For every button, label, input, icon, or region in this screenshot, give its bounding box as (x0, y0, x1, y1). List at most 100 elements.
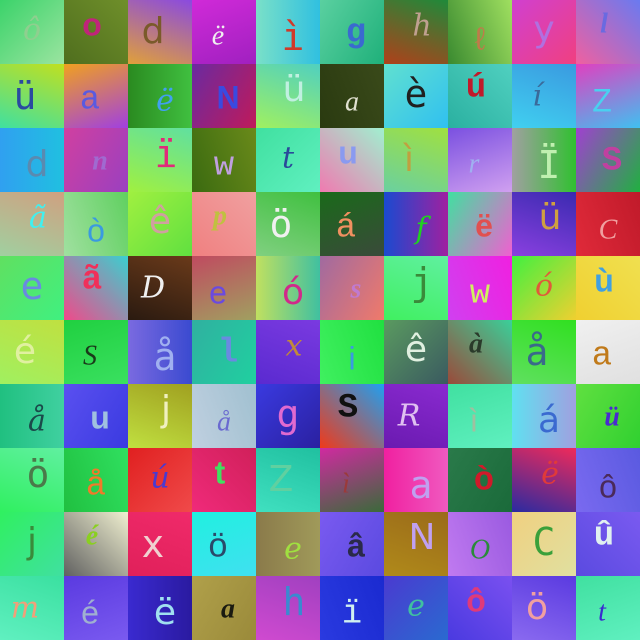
glyph-letter: N (408, 517, 436, 559)
glyph-tile: ò (448, 448, 512, 512)
glyph-letter: a (591, 337, 613, 376)
glyph-letter: N (216, 79, 240, 116)
glyph-tile: ü (576, 384, 640, 448)
glyph-letter: é (81, 594, 99, 631)
glyph-tile: j (0, 512, 64, 576)
glyph-letter: g (276, 392, 300, 437)
glyph-letter: â (347, 527, 365, 564)
glyph-letter: C (532, 520, 556, 565)
glyph-tile: ò (64, 192, 128, 256)
glyph-tile: ì (384, 128, 448, 192)
glyph-letter: å (525, 330, 549, 375)
glyph-letter: S (337, 389, 359, 428)
glyph-tile: y (512, 0, 576, 64)
glyph-tile: w (448, 256, 512, 320)
glyph-tile: ï (320, 576, 384, 640)
glyph-letter: ì (281, 15, 305, 60)
glyph-tile: e (384, 576, 448, 640)
glyph-letter: u (338, 134, 358, 171)
glyph-tile: Z (256, 448, 320, 512)
glyph-tile: j (384, 256, 448, 320)
glyph-tile: ú (128, 448, 192, 512)
glyph-tile-grid: ôodëìghℓylüaëNüaèúíZdnïwtuìrÏSãòêpöáfëüC… (0, 0, 640, 640)
glyph-letter: t (598, 596, 606, 628)
glyph-tile: å (192, 384, 256, 448)
glyph-tile: a (64, 64, 128, 128)
glyph-letter: a (345, 86, 359, 118)
glyph-tile: ë (128, 64, 192, 128)
glyph-letter: p (213, 200, 227, 232)
glyph-letter: d (141, 11, 165, 53)
glyph-tile: ã (0, 192, 64, 256)
glyph-tile: ê (384, 320, 448, 384)
glyph-letter: s (350, 273, 362, 305)
glyph-tile: ó (256, 256, 320, 320)
glyph-tile: ℓ (448, 0, 512, 64)
glyph-tile: ë (512, 448, 576, 512)
glyph-letter: ã (29, 200, 47, 236)
glyph-letter: é (13, 331, 37, 373)
glyph-tile: a (384, 448, 448, 512)
glyph-tile: ì (448, 384, 512, 448)
glyph-tile: ï (128, 128, 192, 192)
glyph-tile: D (128, 256, 192, 320)
glyph-tile: ë (128, 576, 192, 640)
glyph-letter: m (10, 590, 40, 626)
glyph-tile: i (320, 320, 384, 384)
glyph-letter: l (217, 334, 239, 373)
glyph-letter: ì (403, 139, 415, 181)
glyph-letter: ã (81, 261, 103, 300)
glyph-tile: û (576, 512, 640, 576)
glyph-letter: ó (534, 268, 554, 304)
glyph-letter: Ï (537, 143, 561, 188)
glyph-letter: ë (153, 592, 177, 634)
glyph-tile: t (192, 448, 256, 512)
glyph-tile: S (320, 384, 384, 448)
glyph-tile: R (384, 384, 448, 448)
glyph-letter: ô (22, 12, 42, 48)
glyph-letter: ù (594, 262, 614, 299)
glyph-letter: t (281, 140, 295, 176)
glyph-tile: S (576, 128, 640, 192)
glyph-tile: t (576, 576, 640, 640)
glyph-tile: s (320, 256, 384, 320)
glyph-letter: é (85, 520, 99, 552)
glyph-letter: C (598, 214, 618, 246)
glyph-letter: a (221, 593, 235, 625)
glyph-tile: á (320, 192, 384, 256)
glyph-letter: w (213, 147, 235, 186)
glyph-letter: å (217, 406, 231, 438)
glyph-tile: g (320, 0, 384, 64)
glyph-letter: ú (465, 69, 487, 108)
glyph-tile: ü (0, 64, 64, 128)
glyph-letter: l (600, 8, 608, 40)
glyph-tile: å (0, 384, 64, 448)
glyph-letter: ì (469, 402, 479, 439)
glyph-letter: ö (525, 587, 549, 629)
glyph-tile: u (320, 128, 384, 192)
glyph-tile: é (0, 320, 64, 384)
glyph-tile: è (384, 64, 448, 128)
glyph-tile: x (256, 320, 320, 384)
glyph-tile: r (448, 128, 512, 192)
glyph-tile: å (512, 320, 576, 384)
glyph-tile: ô (0, 0, 64, 64)
glyph-tile: é (64, 576, 128, 640)
glyph-letter: å (28, 403, 46, 439)
glyph-letter: e (20, 264, 44, 309)
glyph-letter: ê (404, 329, 428, 371)
glyph-tile: ã (64, 256, 128, 320)
glyph-tile: a (576, 320, 640, 384)
glyph-letter: i (348, 340, 356, 377)
glyph-letter: w (469, 275, 491, 314)
glyph-tile: C (512, 512, 576, 576)
glyph-letter: o (82, 6, 102, 43)
glyph-tile: m (0, 576, 64, 640)
glyph-letter: e (209, 274, 227, 311)
glyph-letter: x (141, 522, 165, 567)
glyph-tile: C (576, 192, 640, 256)
glyph-tile: l (576, 0, 640, 64)
glyph-letter: ú (150, 460, 170, 496)
glyph-letter: S (601, 142, 623, 181)
glyph-letter: á (537, 400, 561, 442)
